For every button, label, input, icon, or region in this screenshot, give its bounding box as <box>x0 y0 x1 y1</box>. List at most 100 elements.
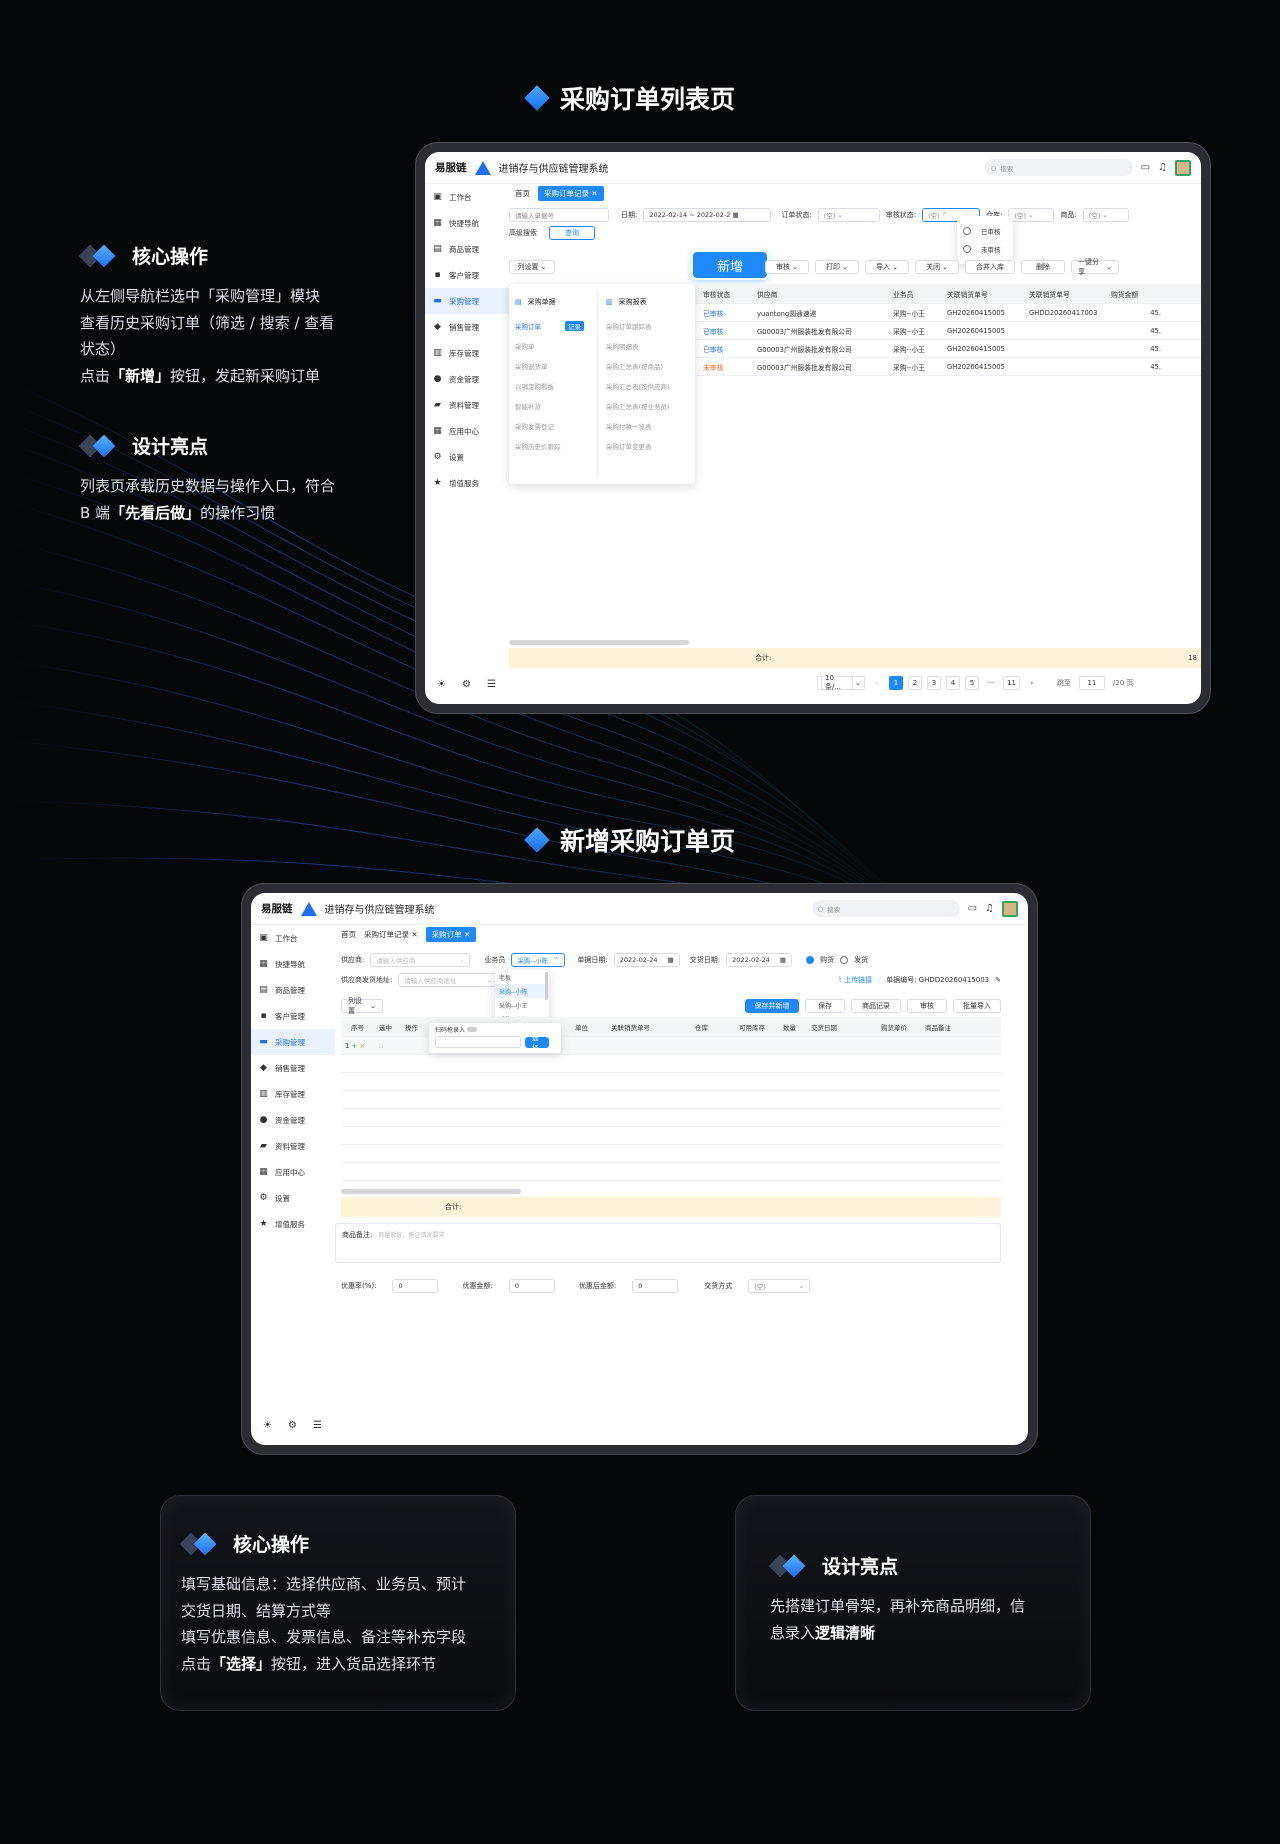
sun-icon[interactable]: ☀ <box>263 1420 272 1431</box>
tab-purchase-records[interactable]: 采购订单记录 ✕ <box>364 929 418 940</box>
salesman-select[interactable]: 采购--小陈 ⌃ <box>511 953 566 967</box>
delete-button[interactable]: 删除 <box>1021 260 1065 274</box>
search-input[interactable]: ○ 搜索 <box>811 900 960 917</box>
sun-icon[interactable]: ☀ <box>437 679 446 690</box>
page-number[interactable]: 3 <box>927 676 941 690</box>
discount-amount-input[interactable]: 0 <box>508 1279 555 1293</box>
search-input[interactable]: ○ 搜索 <box>984 159 1133 176</box>
page-number[interactable]: 5 <box>965 676 979 690</box>
menu-item[interactable]: 采购汇总表(按业务员) <box>606 396 694 416</box>
headset-icon[interactable]: ♫ <box>1158 162 1167 173</box>
page-ellipsis[interactable]: ··· <box>984 676 998 690</box>
prev-page-icon[interactable]: ‹ <box>870 676 884 690</box>
supplier-select[interactable]: 请输入供应商 ⌄ <box>370 953 471 967</box>
dropdown-scrollbar[interactable] <box>545 972 548 1000</box>
date-range-input[interactable]: 2022-02-14 ~ 2022-02-2 ▦ <box>643 208 772 222</box>
menu-item[interactable]: 采购汇总表(按商品) <box>606 356 694 376</box>
menu-item[interactable]: 智能补货 <box>515 396 597 416</box>
column-setting-button[interactable]: 列设置 ⌄ <box>341 997 383 1015</box>
message-icon[interactable]: ▭ <box>968 903 977 914</box>
sidebar-item-funds[interactable]: ● 资金管理 <box>251 1107 335 1133</box>
sidebar-item-customer[interactable]: ▪ 客户管理 <box>425 262 509 288</box>
sidebar-item-stock[interactable]: ▥ 库存管理 <box>251 1081 335 1107</box>
gear-icon[interactable]: ⚙ <box>288 1420 297 1431</box>
sidebar-item-goods[interactable]: ▤ 商品管理 <box>251 977 335 1003</box>
tab-purchase-order[interactable]: 采购订单 ✕ <box>425 926 477 942</box>
sidebar-item-apps[interactable]: ▦ 应用中心 <box>425 418 509 444</box>
sidebar-item-sales[interactable]: ◆ 销售管理 <box>425 314 509 340</box>
order-no-input[interactable]: 请输入单据号 <box>509 208 609 222</box>
salesman-option[interactable]: 老板 <box>495 970 549 984</box>
address-select[interactable]: 请输入供应商地址 ⌄ <box>398 973 499 987</box>
print-button[interactable]: 打印 ⌄ <box>815 260 859 274</box>
warehouse-select[interactable]: (空) ⌄ <box>1008 208 1055 222</box>
sidebar-item-customer[interactable]: ▪ 客户管理 <box>251 1003 335 1029</box>
audit-button[interactable]: 审核 ⌄ <box>765 260 809 274</box>
menu-item[interactable]: 采购汇总表(按供应商) <box>606 376 694 396</box>
after-discount-input[interactable]: 0 <box>632 1279 679 1293</box>
tab-home[interactable]: 首页 <box>341 929 356 940</box>
sidebar-item-purchase[interactable]: ▬ 采购管理 <box>425 288 509 314</box>
menu-item[interactable]: 采购订单跟踪表 <box>606 316 694 336</box>
sidebar-item-quicknav[interactable]: ▦ 快捷导航 <box>425 210 509 236</box>
purchase-radio[interactable] <box>806 956 815 964</box>
audit-option[interactable]: 已审核 <box>957 222 1013 240</box>
remark-area[interactable]: 商品备注: 商量暂好，备注请发要求 <box>335 1223 1001 1263</box>
audit-button[interactable]: 审核 <box>907 999 947 1013</box>
page-size-select[interactable]: 10 条/... ⌄ <box>817 674 865 691</box>
goods-search-input[interactable] <box>435 1036 521 1048</box>
page-number[interactable]: 11 <box>1003 676 1020 690</box>
tab-purchase-records[interactable]: 采购订单记录 ✕ <box>538 185 604 201</box>
tab-home[interactable]: 首页 <box>515 188 530 199</box>
sidebar-item-data[interactable]: ▰ 资料管理 <box>251 1133 335 1159</box>
record-badge[interactable]: 记录 <box>565 321 584 331</box>
close-icon[interactable]: ✕ <box>464 930 470 939</box>
doc-date-input[interactable]: 2022-02-24 ▦ <box>613 953 680 967</box>
horizontal-scrollbar[interactable] <box>341 1189 521 1194</box>
menu-item[interactable]: 采购退货单 <box>515 356 597 376</box>
add-icon[interactable]: + <box>352 1042 358 1050</box>
message-icon[interactable]: ▭ <box>1141 162 1150 173</box>
page-number[interactable]: 4 <box>946 676 960 690</box>
menu-icon[interactable]: ☰ <box>487 679 496 690</box>
row-checkbox[interactable]: ▫ <box>375 1042 401 1050</box>
save-button[interactable]: 保存 <box>805 999 845 1013</box>
menu-item[interactable]: 以销定购看板 <box>515 376 597 396</box>
close-icon[interactable]: ✕ <box>591 189 597 198</box>
goods-record-button[interactable]: 商品记录 <box>851 999 901 1013</box>
menu-icon[interactable]: ☰ <box>313 1420 322 1431</box>
sidebar-item-settings[interactable]: ⚙ 设置 <box>425 444 509 470</box>
order-status-select[interactable]: (空) ⌄ <box>817 208 880 222</box>
salesman-option[interactable]: 采购--小陈 <box>495 984 549 998</box>
query-button[interactable]: 查询 <box>549 226 595 240</box>
menu-item[interactable]: 采购明细表 <box>606 336 694 356</box>
page-number[interactable]: 1 <box>889 676 903 690</box>
import-button[interactable]: 导入 ⌄ <box>865 260 909 274</box>
sidebar-item-workbench[interactable]: ▣ 工作台 <box>251 925 335 951</box>
discount-rate-input[interactable]: 0 <box>392 1279 439 1293</box>
sidebar-item-purchase[interactable]: ▬ 采购管理 <box>251 1029 335 1055</box>
next-page-icon[interactable]: › <box>1025 676 1039 690</box>
batch-import-button[interactable]: 批量导入 <box>953 999 1001 1013</box>
menu-item[interactable]: 采购付款一览表 <box>606 416 694 436</box>
remove-icon[interactable]: × <box>359 1042 365 1050</box>
sidebar-item-vip[interactable]: ★ 增值服务 <box>425 470 509 496</box>
select-button[interactable]: 选择 <box>525 1034 549 1052</box>
edit-icon[interactable]: ✎ <box>995 976 1001 984</box>
delivery-date-input[interactable]: 2022-02-24 ▦ <box>726 953 793 967</box>
sidebar-item-stock[interactable]: ▥ 库存管理 <box>425 340 509 366</box>
sidebar-item-data[interactable]: ▰ 资料管理 <box>425 392 509 418</box>
upload-link[interactable]: ⌇ 上传链接 <box>838 975 872 985</box>
save-and-new-button[interactable]: 保存并新增 <box>745 999 799 1013</box>
avatar[interactable] <box>1002 900 1018 917</box>
ship-radio[interactable] <box>840 956 849 964</box>
gear-icon[interactable]: ⚙ <box>462 679 471 690</box>
sidebar-item-settings[interactable]: ⚙ 设置 <box>251 1185 335 1211</box>
new-order-button[interactable]: 新增 <box>693 252 767 278</box>
scan-toggle[interactable] <box>466 1027 477 1032</box>
sidebar-item-vip[interactable]: ★ 增值服务 <box>251 1211 335 1237</box>
close-order-button[interactable]: 关闭 ⌄ <box>915 260 959 274</box>
sidebar-item-workbench[interactable]: ▣ 工作台 <box>425 184 509 210</box>
sidebar-item-quicknav[interactable]: ▦ 快捷导航 <box>251 951 335 977</box>
jump-page-input[interactable]: 11 <box>1078 676 1105 690</box>
